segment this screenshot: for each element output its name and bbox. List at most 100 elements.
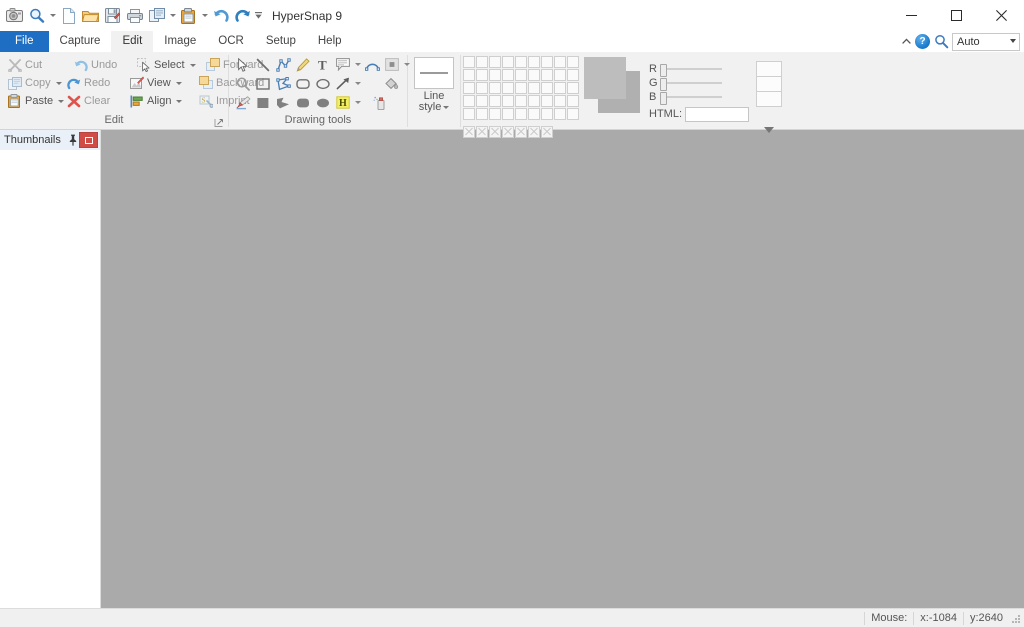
transparent-swatch[interactable]: [489, 126, 501, 138]
filled-rectangle-tool-icon[interactable]: [253, 93, 273, 112]
color-swatch[interactable]: [476, 95, 488, 107]
filled-ellipse-tool-icon[interactable]: [313, 93, 333, 112]
callout-dropdown-caret[interactable]: [353, 55, 362, 74]
html-color-input[interactable]: [685, 106, 749, 122]
zoom-dropdown-caret[interactable]: [48, 5, 57, 26]
color-swatch[interactable]: [515, 56, 527, 68]
arc-tool-icon[interactable]: [362, 55, 382, 74]
text-tool-icon[interactable]: T: [313, 55, 333, 74]
line-style-dropdown-caret[interactable]: [443, 105, 450, 109]
color-swatch[interactable]: [463, 108, 475, 120]
undo-button[interactable]: Undo: [70, 56, 133, 74]
fill-bucket-tool-icon[interactable]: [381, 74, 401, 93]
green-channel-slider[interactable]: [660, 78, 722, 91]
filled-polygon-tool-icon[interactable]: [273, 93, 293, 112]
red-channel-slider[interactable]: [660, 64, 722, 77]
callout-tool-icon[interactable]: [333, 55, 353, 74]
collapse-ribbon-icon[interactable]: [900, 31, 912, 52]
image-canvas[interactable]: [101, 130, 1024, 608]
arrow-dropdown-caret[interactable]: [353, 74, 362, 93]
copy-button[interactable]: Copy: [4, 74, 70, 92]
red-slider-thumb[interactable]: [660, 64, 667, 77]
color-swatch[interactable]: [502, 108, 514, 120]
view-dropdown-caret[interactable]: [175, 81, 182, 85]
transparent-swatch[interactable]: [541, 126, 553, 138]
blue-slider-thumb[interactable]: [660, 92, 667, 105]
close-button[interactable]: [979, 0, 1024, 31]
color-swatch[interactable]: [541, 69, 553, 81]
color-swatch[interactable]: [463, 95, 475, 107]
colors-expand-caret[interactable]: [762, 124, 776, 136]
color-swatch[interactable]: [502, 82, 514, 94]
blue-channel-slider[interactable]: [660, 92, 722, 105]
color-swatch[interactable]: [515, 69, 527, 81]
copy-icon[interactable]: [146, 5, 167, 26]
align-button[interactable]: Align: [126, 92, 195, 110]
color-swatch[interactable]: [554, 69, 566, 81]
color-swatch[interactable]: [554, 82, 566, 94]
clear-button[interactable]: Clear: [63, 92, 126, 110]
green-slider-thumb[interactable]: [660, 78, 667, 91]
color-swatch[interactable]: [554, 95, 566, 107]
search-icon[interactable]: [933, 33, 949, 50]
color-swatch[interactable]: [567, 95, 579, 107]
pin-icon[interactable]: [66, 132, 79, 148]
search-dropdown-caret[interactable]: [1010, 38, 1016, 43]
tab-edit[interactable]: Edit: [111, 31, 154, 52]
align-dropdown-caret[interactable]: [176, 99, 183, 103]
capture-screen-icon[interactable]: [4, 5, 25, 26]
color-swatch[interactable]: [541, 82, 553, 94]
tab-help[interactable]: Help: [307, 31, 353, 52]
view-button[interactable]: View: [126, 74, 195, 92]
rounded-rectangle-tool-icon[interactable]: [293, 74, 313, 93]
color-swatch[interactable]: [541, 95, 553, 107]
color-swatch[interactable]: [567, 82, 579, 94]
polygon-tool-icon[interactable]: [273, 74, 293, 93]
color-swatch[interactable]: [554, 108, 566, 120]
copy-dropdown-caret[interactable]: [55, 81, 62, 85]
color-swatch[interactable]: [502, 95, 514, 107]
select-dropdown-caret[interactable]: [189, 63, 196, 67]
magnifier-tool-icon[interactable]: [233, 74, 253, 93]
select-button[interactable]: Select: [133, 56, 202, 74]
transparent-swatch[interactable]: [476, 126, 488, 138]
color-swatch[interactable]: [528, 95, 540, 107]
color-swatch[interactable]: [528, 56, 540, 68]
color-swatch[interactable]: [502, 56, 514, 68]
line-style-control[interactable]: Line style: [408, 52, 460, 113]
tab-ocr[interactable]: OCR: [207, 31, 255, 52]
color-history-box[interactable]: [756, 91, 782, 107]
thumbnails-list[interactable]: [0, 150, 100, 608]
color-swatch[interactable]: [567, 56, 579, 68]
maximize-button[interactable]: [934, 0, 979, 31]
rectangle-tool-icon[interactable]: [253, 74, 273, 93]
color-swatch[interactable]: [528, 108, 540, 120]
color-swatch[interactable]: [476, 82, 488, 94]
color-swatch[interactable]: [489, 56, 501, 68]
line-style-preview[interactable]: [414, 57, 454, 89]
color-swatch[interactable]: [489, 95, 501, 107]
tab-image[interactable]: Image: [153, 31, 207, 52]
spray-tool-icon[interactable]: [370, 93, 390, 112]
tab-file[interactable]: File: [0, 31, 49, 52]
edit-dialog-launcher[interactable]: [214, 118, 224, 128]
transparent-swatch[interactable]: [463, 126, 475, 138]
highlighter-dropdown-caret[interactable]: [353, 93, 362, 112]
minimize-button[interactable]: [889, 0, 934, 31]
shape-tool-icon[interactable]: [382, 55, 402, 74]
transparent-swatch[interactable]: [515, 126, 527, 138]
search-input[interactable]: Auto: [952, 32, 1020, 51]
redo-button[interactable]: Redo: [63, 74, 126, 92]
zoom-icon[interactable]: [26, 5, 47, 26]
color-swatch[interactable]: [463, 69, 475, 81]
undo-icon[interactable]: [210, 5, 231, 26]
color-swatch[interactable]: [528, 82, 540, 94]
customize-quick-access-caret[interactable]: [254, 5, 263, 26]
color-swatch[interactable]: [567, 69, 579, 81]
tab-setup[interactable]: Setup: [255, 31, 307, 52]
color-swatch[interactable]: [476, 69, 488, 81]
color-swatch[interactable]: [528, 69, 540, 81]
new-document-icon[interactable]: [58, 5, 79, 26]
open-folder-icon[interactable]: [80, 5, 101, 26]
color-swatch[interactable]: [515, 108, 527, 120]
